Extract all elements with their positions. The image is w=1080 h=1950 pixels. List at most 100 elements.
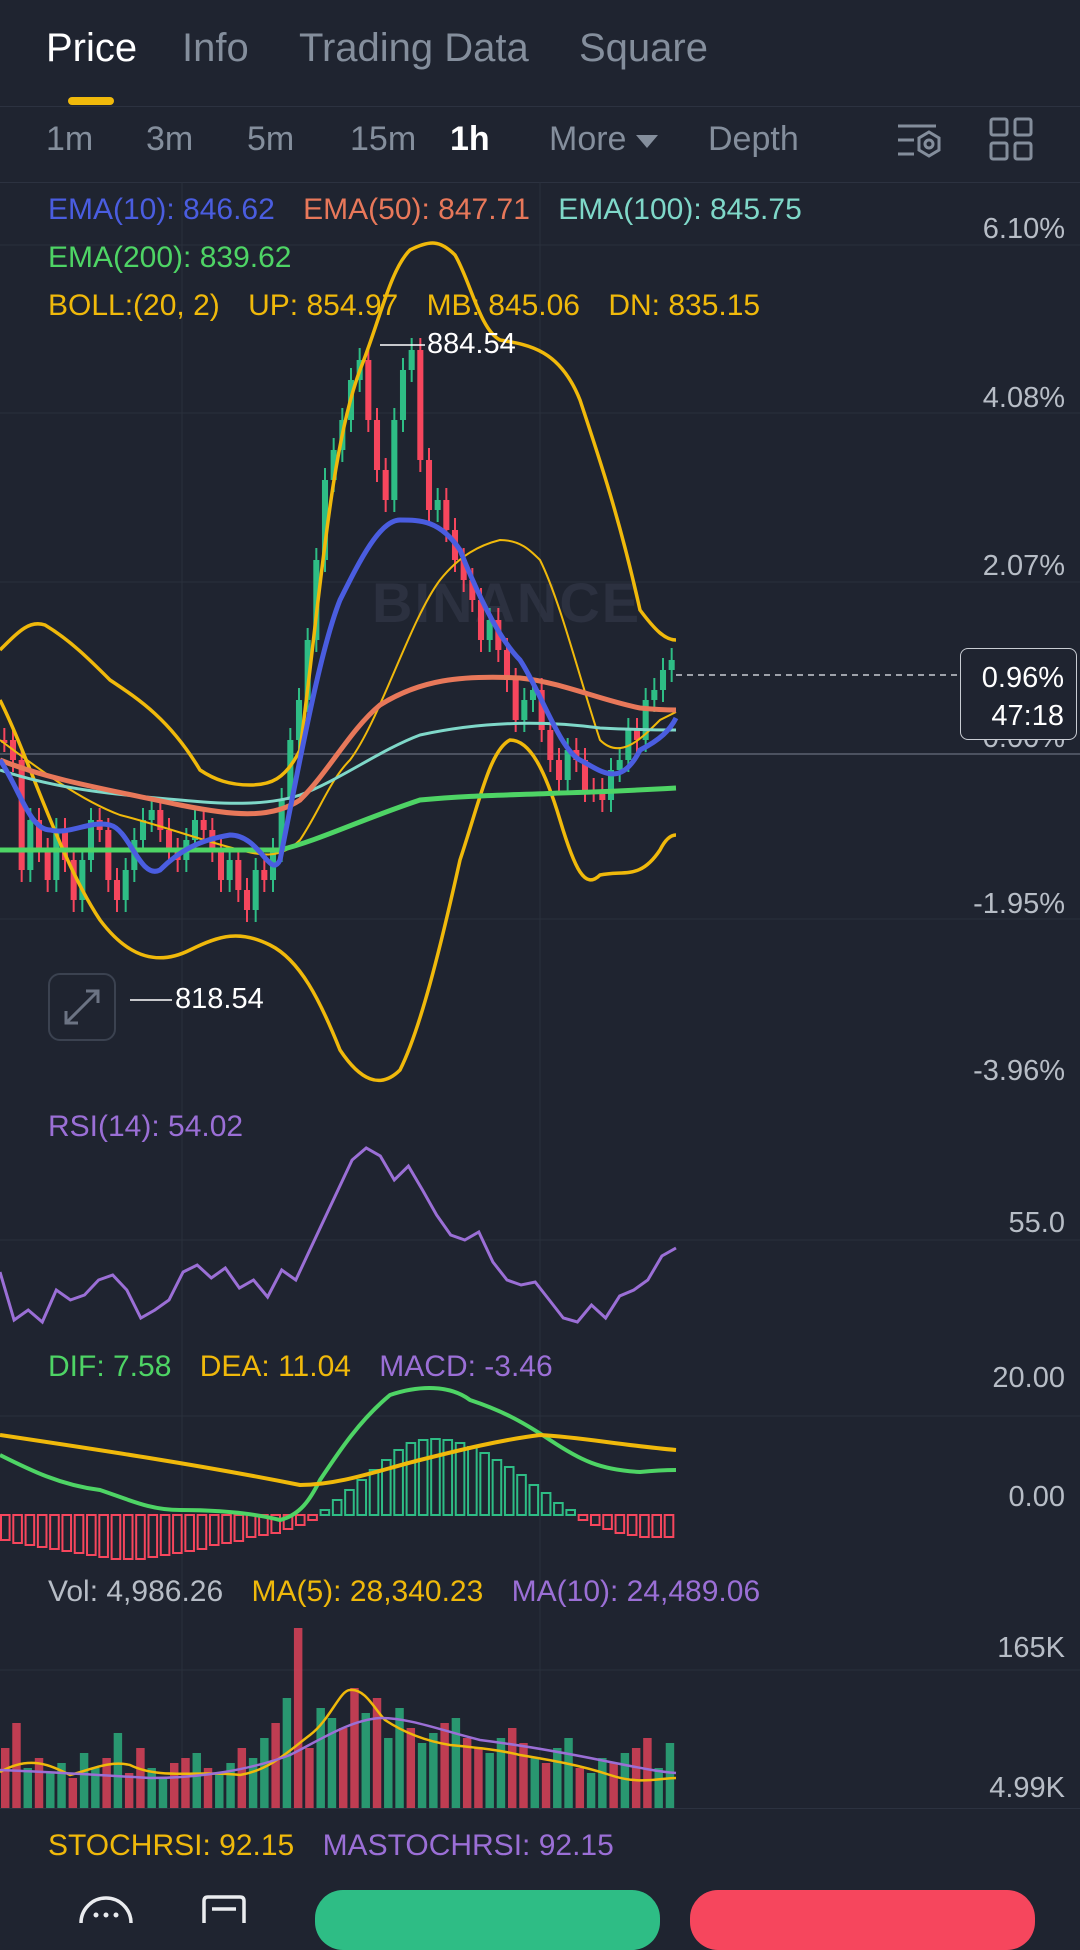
volume-bar: [260, 1738, 269, 1808]
price-axis-label: 6.10%: [982, 213, 1065, 245]
macd-bar: [12, 1514, 23, 1544]
volume-bar: [474, 1748, 483, 1808]
candle-body: [165, 830, 173, 850]
macd-bar: [331, 1499, 343, 1516]
volume-bar: [23, 1768, 32, 1808]
macd-bar: [294, 1514, 306, 1526]
volume-bar: [395, 1708, 404, 1808]
candle-body: [547, 730, 554, 760]
volume-bar: [654, 1768, 663, 1808]
macd-bar: [589, 1514, 601, 1526]
volume-bar: [215, 1773, 224, 1808]
ema200-line: [0, 785, 677, 853]
candle-body: [217, 850, 225, 880]
volume-ma10-line: [0, 1716, 677, 1780]
boll-upper-line: [0, 241, 677, 787]
ema10-line: [0, 517, 679, 874]
macd-bar: [577, 1514, 589, 1521]
candle-body: [434, 500, 441, 510]
volume-bar: [406, 1728, 416, 1808]
macd-bar: [110, 1514, 122, 1560]
candle-body: [408, 350, 415, 370]
candle-body: [235, 860, 242, 890]
rsi-axis-label: 55.0: [1008, 1207, 1065, 1239]
volume-bar: [485, 1753, 494, 1808]
volume-bar: [79, 1753, 89, 1808]
candle-body: [373, 420, 381, 470]
macd-bar: [0, 1514, 11, 1541]
candle-body: [261, 870, 268, 880]
candle-body: [668, 660, 675, 670]
macd-bar: [98, 1514, 109, 1558]
candle-body: [113, 880, 121, 900]
candle-body: [512, 680, 519, 720]
boll-label: BOLL:(20, 2): [48, 289, 220, 322]
macd-dea-label: DEA: 11.04: [199, 1350, 351, 1383]
chat-icon[interactable]: [78, 1893, 134, 1923]
volume-ma10-label: MA(10): 24,489.06: [511, 1575, 761, 1608]
macd-bar: [651, 1514, 663, 1538]
candle-body: [443, 500, 450, 530]
candle-body: [27, 820, 34, 870]
volume-bar: [384, 1738, 393, 1808]
candle-body: [243, 890, 251, 910]
mastochrsi-label: MASTOCHRSI: 92.15: [322, 1829, 614, 1862]
ema-legend-row-1: EMA(10): 846.62 EMA(50): 847.71 EMA(100)…: [48, 193, 822, 227]
volume-bar: [113, 1733, 123, 1808]
macd-dea-line: [0, 1432, 677, 1488]
candle-body: [555, 760, 563, 780]
volume-bar: [609, 1763, 618, 1808]
volume-bar: [643, 1738, 652, 1808]
macd-bar: [233, 1514, 245, 1542]
macd-bar: [540, 1492, 552, 1516]
macd-bar: [528, 1484, 540, 1516]
volume-bar: [170, 1763, 179, 1808]
buy-button[interactable]: [315, 1890, 660, 1950]
volume-bar: [305, 1748, 314, 1808]
volume-bar: [440, 1723, 449, 1808]
volume-bar: [192, 1753, 201, 1808]
volume-bar: [271, 1723, 280, 1808]
boll-up-label: UP: 854.97: [248, 289, 399, 322]
macd-bar: [184, 1514, 195, 1552]
fullscreen-button[interactable]: [48, 973, 116, 1041]
candle-body: [365, 360, 372, 420]
ema100-label: EMA(100): 845.75: [558, 193, 802, 226]
volume-bar: [124, 1773, 134, 1808]
macd-bar: [49, 1514, 60, 1550]
volume-axis-label: 165K: [997, 1632, 1065, 1664]
candles: [1, 338, 675, 922]
rsi-label: RSI(14): 54.02: [48, 1110, 244, 1143]
macd-value-label: MACD: -3.46: [379, 1350, 553, 1383]
macd-bar: [221, 1514, 232, 1544]
volume-bar: [181, 1758, 190, 1808]
candle-body: [105, 830, 112, 880]
candle-body: [417, 350, 424, 460]
boll-legend: BOLL:(20, 2) UP: 854.97 MB: 845.06 DN: 8…: [48, 289, 780, 323]
macd-bar: [208, 1514, 220, 1546]
volume-bar: [598, 1758, 607, 1808]
volume-bar: [1, 1748, 10, 1808]
macd-bar: [307, 1514, 318, 1521]
candle-body: [139, 820, 147, 840]
sell-button[interactable]: [690, 1890, 1035, 1950]
volume-bar: [237, 1748, 247, 1808]
volume-bar: [496, 1738, 506, 1808]
boll-middle-line: [0, 538, 677, 856]
candle-countdown: 47:18: [991, 700, 1064, 732]
volume-bar: [586, 1773, 596, 1808]
macd-bar: [368, 1469, 380, 1516]
volume-bar: [68, 1778, 78, 1808]
orders-icon[interactable]: [200, 1895, 248, 1923]
volume-bar: [665, 1743, 675, 1808]
macd-bar: [36, 1514, 48, 1548]
ema50-label: EMA(50): 847.71: [303, 193, 530, 226]
volume-bar: [350, 1688, 359, 1808]
candle-body: [659, 670, 667, 690]
candle-body: [382, 470, 389, 500]
volume-bar: [631, 1748, 641, 1808]
candle-body: [226, 860, 233, 880]
volume-bar: [508, 1728, 517, 1808]
price-axis-label: -1.95%: [973, 888, 1065, 920]
macd-bar: [73, 1514, 85, 1554]
